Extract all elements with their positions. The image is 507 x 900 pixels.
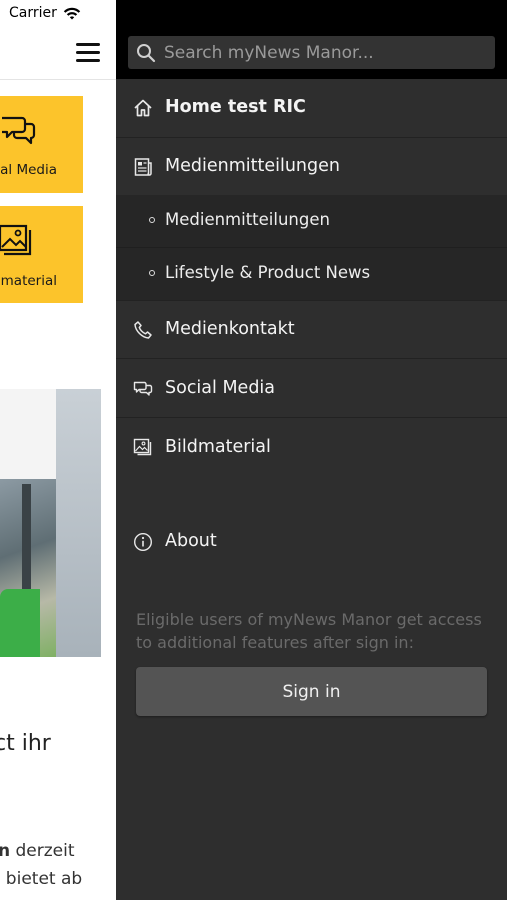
tile-bildmaterial[interactable]: material [0,206,83,303]
article-teaser: n derzeit , bietet ab [0,841,83,889]
tile-social-media[interactable]: al Media [0,96,83,193]
nav-item-medienkontakt[interactable]: Medienkontakt [116,301,507,358]
subnav-item-label: Medienmitteilungen [165,210,330,229]
nav-item-label: Social Media [165,378,276,398]
search-input[interactable] [164,36,484,69]
subnav-item-label: Lifestyle & Product News [165,263,371,282]
nav-item-home[interactable]: Home test RIC [116,80,507,137]
search-icon [136,43,156,67]
search-box[interactable] [128,36,495,69]
image-icon [0,220,36,264]
newspaper-icon [133,157,153,177]
nav-item-social-media[interactable]: Social Media [116,359,507,417]
navigation-drawer: Home test RIC Medienmitteilungen Medienm… [116,0,507,900]
article-headline[interactable]: ct ihr [0,731,116,756]
chat-bubbles-icon [133,379,153,399]
nav-item-label: Bildmaterial [165,437,271,457]
bullet-icon [149,217,155,223]
nav-item-label: Medienkontakt [165,319,295,339]
info-icon [133,532,153,556]
header-divider [0,79,116,80]
sign-in-button[interactable]: Sign in [136,667,487,716]
about-label: About [165,531,217,551]
article-image[interactable] [0,389,101,657]
tile-label: material [0,273,57,289]
bullet-icon [149,270,155,276]
subnav-item-lifestyle-product-news[interactable]: Lifestyle & Product News [116,248,507,300]
nav-item-label: Medienmitteilungen [165,156,340,176]
hamburger-menu-icon[interactable] [76,42,102,62]
search-header [116,0,507,79]
tile-label: al Media [0,162,57,178]
chat-bubbles-icon [0,110,40,154]
wifi-icon [63,7,81,20]
signin-description: Eligible users of myNews Manor get acces… [136,610,482,652]
image-icon [133,437,153,457]
nav-item-medienmitteilungen[interactable]: Medienmitteilungen [116,138,507,195]
nav-item-bildmaterial[interactable]: Bildmaterial [116,418,507,476]
home-icon [133,98,153,118]
carrier-label: Carrier [9,5,57,21]
nav-item-about[interactable]: About [116,521,507,565]
background-page: Carrier al Media material ct ihr n derze… [0,0,116,900]
phone-icon [133,320,153,340]
nav-item-label: Home test RIC [165,97,306,117]
status-bar: Carrier [9,5,81,21]
subnav-item-medienmitteilungen[interactable]: Medienmitteilungen [116,195,507,247]
